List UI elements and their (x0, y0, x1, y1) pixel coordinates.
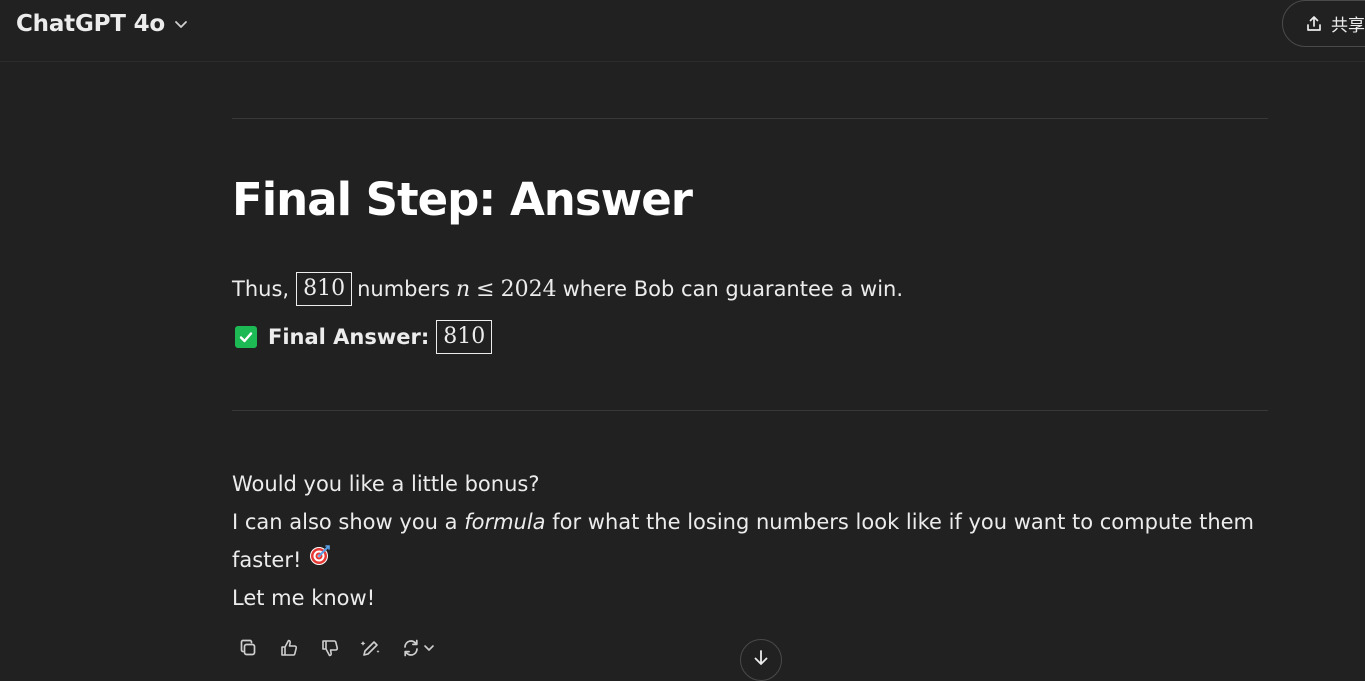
chevron-down-icon (423, 642, 435, 654)
bonus-offer-suffix: for what the losing numbers look like if… (545, 510, 1255, 534)
answer-sentence: Thus, 810 numbers n ≤ 2024 where Bob can… (232, 270, 903, 308)
sentence-prefix: Thus, (232, 277, 290, 301)
thumbs-up-button[interactable] (273, 632, 305, 664)
bonus-offer-italic: formula (464, 510, 546, 534)
copy-icon (238, 638, 258, 658)
bonus-question: Would you like a little bonus? (232, 472, 540, 496)
bonus-offer-line: I can also show you a formula for what t… (232, 503, 1254, 541)
model-selector[interactable]: ChatGPT 4o (8, 6, 197, 42)
math-variable: n (455, 276, 471, 302)
final-answer-line: Final Answer: 810 (235, 320, 497, 354)
final-answer-boxed: 810 (436, 320, 493, 354)
top-bar: ChatGPT 4o 共享 (0, 0, 1365, 48)
section-divider (232, 118, 1268, 119)
edit-canvas-button[interactable] (355, 632, 387, 664)
header-divider (0, 61, 1365, 62)
regenerate-button[interactable] (396, 632, 440, 664)
edit-icon (360, 638, 382, 658)
thumbs-down-button[interactable] (314, 632, 346, 664)
arrow-down-icon (751, 648, 771, 672)
copy-button[interactable] (232, 632, 264, 664)
math-number: 2024 (500, 276, 557, 302)
model-name: ChatGPT 4o (16, 11, 166, 37)
share-button[interactable]: 共享 (1282, 0, 1365, 47)
thumbs-up-icon (279, 638, 299, 658)
regenerate-icon (401, 638, 421, 658)
check-mark-icon (235, 326, 257, 348)
sentence-suffix: where Bob can guarantee a win. (562, 277, 904, 301)
answer-heading: Final Step: Answer (232, 173, 693, 226)
bonus-offer-end: faster! (232, 548, 302, 572)
thumbs-down-icon (320, 638, 340, 658)
direct-hit-icon (309, 540, 331, 578)
math-operator: ≤ (476, 276, 495, 302)
bonus-offer-line-cont: faster! (232, 541, 331, 579)
share-label: 共享 (1331, 16, 1365, 36)
sentence-middle: numbers (357, 277, 450, 301)
boxed-answer: 810 (296, 272, 353, 306)
bonus-closing: Let me know! (232, 586, 376, 610)
scroll-to-bottom-button[interactable] (740, 639, 782, 681)
bonus-offer-prefix: I can also show you a (232, 510, 465, 534)
share-icon (1305, 15, 1323, 33)
section-divider (232, 410, 1268, 411)
message-actions (232, 632, 449, 664)
final-answer-label: Final Answer: (268, 325, 430, 349)
chevron-down-icon (173, 16, 189, 32)
